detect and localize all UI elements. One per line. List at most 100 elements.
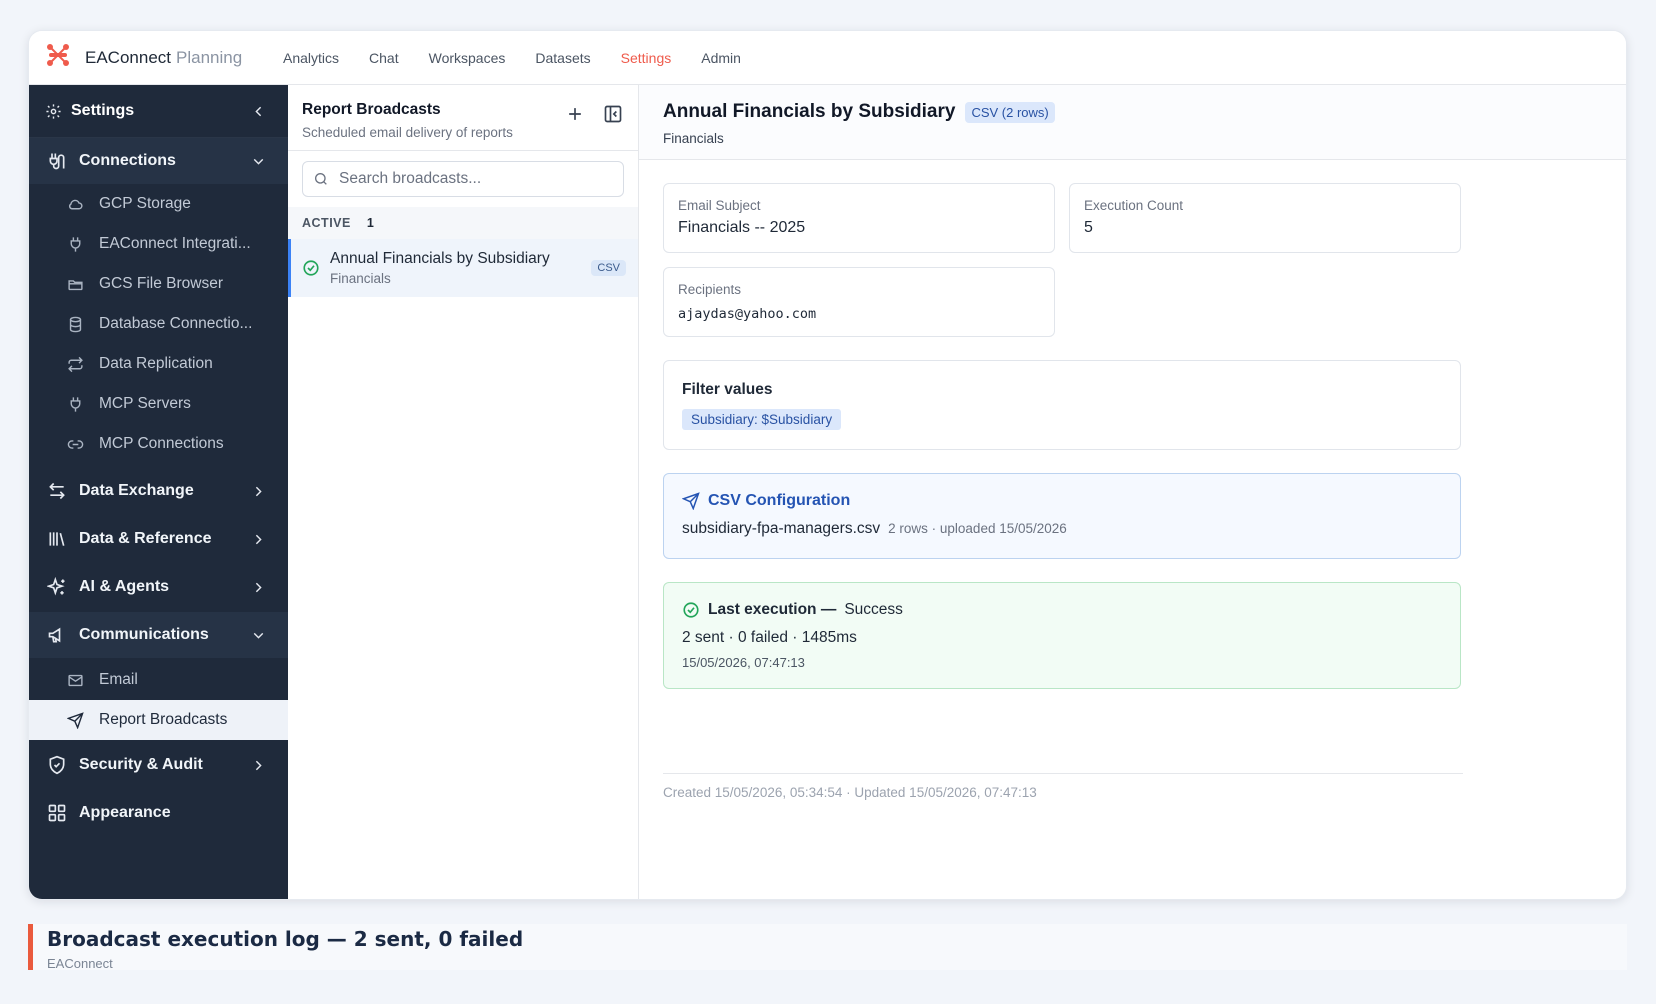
list-item[interactable]: Annual Financials by Subsidiary Financia… bbox=[288, 239, 638, 297]
arrows-exchange-icon bbox=[47, 481, 67, 501]
detail-header: Annual Financials by Subsidiary CSV (2 r… bbox=[639, 85, 1626, 160]
sidebar-group-connections[interactable]: Connections bbox=[29, 138, 288, 184]
check-circle-icon bbox=[683, 602, 699, 618]
sidebar-item-eaconnect-integrations[interactable]: EAConnect Integrati... bbox=[29, 224, 288, 264]
sidebar-item-mcp-servers[interactable]: MCP Servers bbox=[29, 384, 288, 424]
sidebar-header: Settings bbox=[29, 85, 288, 138]
format-badge: CSV bbox=[591, 260, 626, 276]
chevron-right-icon bbox=[248, 577, 268, 597]
nav-chat[interactable]: Chat bbox=[369, 50, 399, 66]
execution-count-label: Execution Count bbox=[1084, 198, 1184, 213]
detail-category: Financials bbox=[663, 131, 724, 146]
created-updated-timestamps: Created 15/05/2026, 05:34:54 · Updated 1… bbox=[663, 785, 1037, 800]
nav-workspaces[interactable]: Workspaces bbox=[429, 50, 506, 66]
gear-icon bbox=[43, 101, 63, 121]
sidebar-group-data-reference[interactable]: Data & Reference bbox=[29, 516, 288, 562]
sidebar-item-gcs-file-browser[interactable]: GCS File Browser bbox=[29, 264, 288, 304]
send-icon bbox=[682, 492, 700, 510]
chevron-right-icon bbox=[248, 755, 268, 775]
sidebar-group-label: AI & Agents bbox=[79, 578, 170, 595]
chevron-right-icon bbox=[248, 529, 268, 549]
csv-file-meta: 2 rows · uploaded 15/05/2026 bbox=[888, 521, 1067, 536]
detail-title: Annual Financials by Subsidiary bbox=[663, 101, 956, 122]
execution-count-card: Execution Count 5 bbox=[1069, 183, 1461, 253]
list-header: Report Broadcasts Scheduled email delive… bbox=[288, 85, 638, 151]
link-icon bbox=[65, 434, 85, 454]
settings-sidebar: Settings Connections GCP Storage EAConne… bbox=[29, 85, 288, 899]
caption-subtitle: EAConnect bbox=[47, 956, 113, 971]
sidebar-group-label: Data & Reference bbox=[79, 530, 212, 547]
section-count: 1 bbox=[366, 216, 375, 230]
sidebar-group-label: Security & Audit bbox=[79, 756, 203, 773]
sidebar-item-label: Report Broadcasts bbox=[99, 711, 228, 728]
section-header-active: ACTIVE 1 bbox=[288, 207, 638, 239]
panel-collapse-icon bbox=[604, 105, 622, 123]
sidebar-item-gcp-storage[interactable]: GCP Storage bbox=[29, 184, 288, 224]
sidebar-group-label: Connections bbox=[79, 152, 176, 169]
sidebar-group-ai-agents[interactable]: AI & Agents bbox=[29, 564, 288, 610]
divider bbox=[663, 773, 1463, 774]
filter-values-title: Filter values bbox=[682, 381, 773, 398]
sidebar-item-label: EAConnect Integrati... bbox=[99, 235, 251, 252]
add-broadcast-button[interactable] bbox=[564, 103, 586, 125]
sidebar-item-email[interactable]: Email bbox=[29, 660, 288, 700]
sidebar-group-communications[interactable]: Communications bbox=[29, 612, 288, 658]
sidebar-item-label: Data Replication bbox=[99, 355, 213, 372]
sidebar-group-security-audit[interactable]: Security & Audit bbox=[29, 742, 288, 788]
collapse-sidebar-button[interactable] bbox=[248, 101, 268, 121]
csv-file-name: subsidiary-fpa-managers.csv bbox=[682, 520, 881, 537]
last-execution-card: Last execution — Success 2 sent · 0 fail… bbox=[663, 582, 1461, 689]
list-item-name: Annual Financials by Subsidiary bbox=[330, 250, 550, 267]
nav-analytics[interactable]: Analytics bbox=[283, 50, 339, 66]
nav-datasets[interactable]: Datasets bbox=[535, 50, 590, 66]
last-execution-time: 15/05/2026, 07:47:13 bbox=[682, 655, 805, 670]
brand-module: Planning bbox=[176, 47, 243, 67]
chevron-right-icon bbox=[248, 481, 268, 501]
brand-logo-icon bbox=[45, 42, 71, 73]
folder-open-icon bbox=[65, 274, 85, 294]
sidebar-item-report-broadcasts[interactable]: Report Broadcasts bbox=[29, 700, 288, 740]
plus-icon bbox=[569, 108, 581, 120]
caption-title: Broadcast execution log — 2 sent, 0 fail… bbox=[47, 927, 524, 951]
filter-chip: Subsidiary: $Subsidiary bbox=[682, 409, 842, 430]
sidebar-item-label: Database Connectio... bbox=[99, 315, 253, 332]
broadcast-list-panel: Report Broadcasts Scheduled email delive… bbox=[288, 85, 639, 899]
search-input[interactable] bbox=[339, 170, 599, 188]
nav-settings[interactable]: Settings bbox=[621, 50, 672, 66]
sidebar-group-label: Communications bbox=[79, 626, 209, 643]
collapse-panel-button[interactable] bbox=[602, 103, 624, 125]
main-nav: Analytics Chat Workspaces Datasets Setti… bbox=[283, 50, 741, 66]
sidebar-item-label: Email bbox=[99, 671, 138, 688]
recipients-label: Recipients bbox=[678, 282, 742, 297]
last-execution-stats: 2 sent · 0 failed · 1485ms bbox=[682, 629, 857, 646]
plug-route-icon bbox=[47, 151, 67, 171]
figure-caption: Broadcast execution log — 2 sent, 0 fail… bbox=[28, 924, 1627, 971]
last-execution-label: Last execution — bbox=[708, 601, 837, 618]
search-box bbox=[302, 161, 624, 197]
grid-icon bbox=[47, 803, 67, 823]
sidebar-group-data-exchange[interactable]: Data Exchange bbox=[29, 468, 288, 514]
email-subject-card: Email Subject Financials -- 2025 bbox=[663, 183, 1055, 253]
brand[interactable]: EAConnect Planning bbox=[29, 42, 283, 73]
nav-admin[interactable]: Admin bbox=[701, 50, 741, 66]
last-execution-status: Success bbox=[844, 601, 903, 618]
repeat-icon bbox=[65, 354, 85, 374]
send-icon bbox=[65, 710, 85, 730]
sidebar-item-data-replication[interactable]: Data Replication bbox=[29, 344, 288, 384]
sidebar-group-appearance[interactable]: Appearance bbox=[29, 790, 288, 836]
plug-icon bbox=[65, 234, 85, 254]
sidebar-group-label: Data Exchange bbox=[79, 482, 194, 499]
app-window: EAConnect Planning Analytics Chat Worksp… bbox=[28, 30, 1627, 900]
email-subject-value: Financials -- 2025 bbox=[678, 219, 806, 236]
sidebar-item-label: GCS File Browser bbox=[99, 275, 224, 292]
chevron-down-icon bbox=[248, 151, 268, 171]
detail-format-badge: CSV (2 rows) bbox=[965, 101, 1055, 123]
sparkles-icon bbox=[47, 577, 67, 597]
sidebar-title: Settings bbox=[71, 102, 135, 119]
chevron-down-icon bbox=[248, 625, 268, 645]
sidebar-item-label: MCP Connections bbox=[99, 435, 224, 452]
sidebar-item-database-connections[interactable]: Database Connectio... bbox=[29, 304, 288, 344]
recipients-value: ajaydas@yahoo.com bbox=[678, 306, 817, 322]
sidebar-item-mcp-connections[interactable]: MCP Connections bbox=[29, 424, 288, 464]
sidebar-item-label: MCP Servers bbox=[99, 395, 191, 412]
